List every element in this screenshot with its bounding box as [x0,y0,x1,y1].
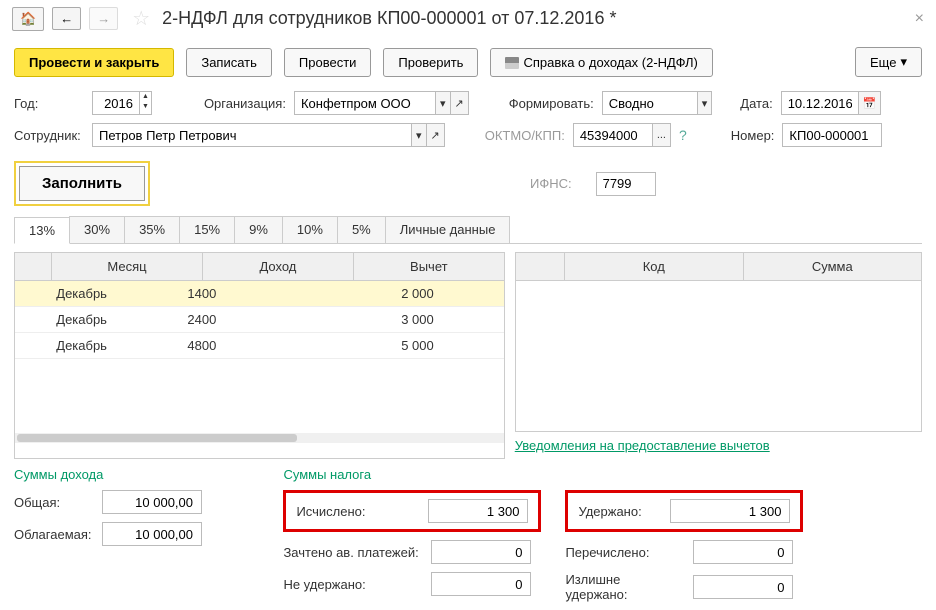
titlebar: 🏠 ← → ☆ 2-НДФЛ для сотрудников КП00-0000… [0,0,936,37]
post-button[interactable]: Провести [284,48,372,77]
form-dropdown-icon[interactable]: ▾ [698,91,713,115]
h-scrollbar[interactable] [15,433,504,443]
oktmo-more-icon[interactable]: ... [653,123,671,147]
notwithheld-input[interactable] [431,572,531,596]
date-label: Дата: [740,96,772,111]
back-button[interactable]: ← [52,7,81,30]
total-input[interactable] [102,490,202,514]
th-blank [15,253,52,280]
table-row[interactable]: Декабрь48005 000 [15,333,504,359]
offset-label: Зачтено ав. платежей: [283,545,423,560]
post-close-button[interactable]: Провести и закрыть [14,48,174,77]
forward-button[interactable]: → [89,7,118,30]
print-button[interactable]: Справка о доходах (2-НДФЛ) [490,48,712,77]
org-label: Организация: [204,96,286,111]
table-row[interactable]: Декабрь14002 000 [15,281,504,307]
home-button[interactable]: 🏠 [12,7,44,31]
form-label: Формировать: [509,96,594,111]
printer-icon [505,57,519,69]
tab-10[interactable]: 10% [282,216,338,243]
total-label: Общая: [14,495,94,510]
tax-sums-title: Суммы налога [283,467,922,482]
transferred-label: Перечислено: [565,545,685,560]
th-sum: Сумма [744,253,921,280]
more-button[interactable]: Еще ▾ [855,47,922,77]
th-deduct: Вычет [354,253,504,280]
income-sums: Суммы дохода Общая: Облагаемая: [14,467,253,610]
tab-35[interactable]: 35% [124,216,180,243]
withheld-input[interactable] [670,499,790,523]
calc-frame: Исчислено: [283,490,541,532]
year-label: Год: [14,96,84,111]
calc-input[interactable] [428,499,528,523]
income-sums-title: Суммы дохода [14,467,253,482]
chevron-down-icon: ▾ [900,54,907,70]
ifns-input[interactable] [596,172,656,196]
fill-button[interactable]: Заполнить [19,166,145,201]
org-input[interactable] [294,91,436,115]
fill-button-frame: Заполнить [14,161,150,206]
form-input[interactable] [602,91,698,115]
notifications-link[interactable]: Уведомления на предоставление вычетов [515,432,922,459]
over-input[interactable] [693,575,793,599]
withheld-frame: Удержано: [565,490,803,532]
org-dropdown-icon[interactable]: ▾ [436,91,451,115]
oktmo-input[interactable] [573,123,653,147]
withheld-label: Удержано: [578,504,658,519]
deduction-table: Код Сумма [515,252,922,432]
tab-5[interactable]: 5% [337,216,386,243]
year-spinner[interactable]: ▲▼ [140,91,152,115]
main-toolbar: Провести и закрыть Записать Провести Про… [0,37,936,87]
number-label: Номер: [731,128,775,143]
calendar-icon[interactable]: 📅 [859,91,882,115]
ifns-label: ИФНС: [530,176,572,191]
save-button[interactable]: Записать [186,48,272,77]
tab-15[interactable]: 15% [179,216,235,243]
th-income: Доход [203,253,354,280]
year-input[interactable] [92,91,140,115]
help-icon[interactable]: ? [679,127,687,143]
tax-sums: Суммы налога Исчислено: Зачтено ав. плат… [283,467,922,610]
tabs: 13% 30% 35% 15% 9% 10% 5% Личные данные [14,216,922,244]
th-code: Код [565,253,743,280]
emp-input[interactable] [92,123,412,147]
taxable-label: Облагаемая: [14,527,94,542]
table-row[interactable]: Декабрь24003 000 [15,307,504,333]
calc-label: Исчислено: [296,504,416,519]
fields-row-1: Год: ▲▼ Организация: ▾ ↗ Формировать: ▾ … [0,87,936,119]
emp-label: Сотрудник: [14,128,84,143]
transferred-input[interactable] [693,540,793,564]
tab-13[interactable]: 13% [14,217,70,244]
th-blank2 [516,253,565,280]
offset-input[interactable] [431,540,531,564]
check-button[interactable]: Проверить [383,48,478,77]
fields-row-2: Сотрудник: ▾ ↗ ОКТМО/КПП: ... ? Номер: [0,119,936,151]
close-icon[interactable]: × [915,10,924,28]
favorite-icon[interactable]: ☆ [132,6,150,31]
tab-30[interactable]: 30% [69,216,125,243]
tab-personal[interactable]: Личные данные [385,216,511,243]
oktmo-label: ОКТМО/КПП: [485,128,565,143]
emp-open-icon[interactable]: ↗ [427,123,445,147]
page-title: 2-НДФЛ для сотрудников КП00-000001 от 07… [162,8,616,29]
income-table: Месяц Доход Вычет Декабрь14002 000 Декаб… [14,252,505,459]
org-open-icon[interactable]: ↗ [451,91,469,115]
taxable-input[interactable] [102,522,202,546]
date-input[interactable] [781,91,859,115]
notwithheld-label: Не удержано: [283,577,423,592]
number-input[interactable] [782,123,882,147]
over-label: Излишне удержано: [565,572,685,602]
tab-9[interactable]: 9% [234,216,283,243]
th-month: Месяц [52,253,203,280]
emp-dropdown-icon[interactable]: ▾ [412,123,427,147]
